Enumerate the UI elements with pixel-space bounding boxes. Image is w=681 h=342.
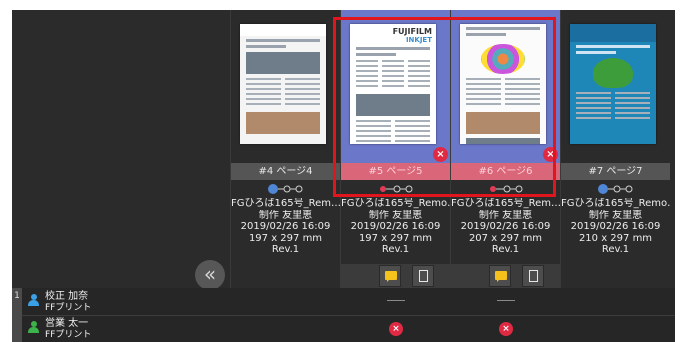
page-thumbnail[interactable]: FUJIFILM INKJET (350, 24, 436, 144)
file-name: FGひろば165号_Rem… (451, 198, 560, 209)
page-thumbnail[interactable] (570, 24, 656, 144)
datetime: 2019/02/26 16:09 (570, 221, 661, 232)
page-metadata: FGひろば165号_Remo… 制作 友里恵 2019/02/26 16:09 … (341, 198, 450, 256)
rejected-icon[interactable]: × (499, 322, 513, 336)
reviewer-name: 校正 加奈 (45, 291, 89, 302)
user-green-icon (28, 321, 39, 333)
revision: Rev.1 (601, 244, 630, 255)
page-thumbnail-area[interactable] (231, 10, 340, 163)
page-thumbnail[interactable] (460, 24, 546, 144)
row-number: 1 (12, 288, 22, 342)
file-name: FGひろば165号_Remo… (561, 198, 670, 209)
file-name: FGひろば165号_Remo… (341, 198, 450, 209)
reviewer-name: 営業 太一 (45, 318, 89, 329)
no-status-dash (497, 300, 515, 301)
page-label[interactable]: #7 ページ7 (561, 163, 670, 180)
app-window: #4 ページ4 FGひろば165号_Rem… 制作 友里恵 2019/02/26… (12, 10, 675, 342)
revision: Rev.1 (491, 244, 520, 255)
thumb-brand-sub: INKJET (405, 36, 432, 44)
author: 制作 友里恵 (368, 209, 423, 221)
no-status-dash (387, 300, 405, 301)
thumb-brand: FUJIFILM (392, 27, 432, 36)
comment-button[interactable] (489, 265, 511, 287)
author: 制作 友里恵 (478, 209, 533, 221)
collapse-panel-button[interactable]: « (195, 260, 225, 290)
revision: Rev.1 (271, 244, 300, 255)
page-thumbnail-area[interactable]: FUJIFILM INKJET × (341, 10, 450, 163)
page-size: 210 x 297 mm (578, 232, 653, 244)
author: 制作 友里恵 (258, 209, 313, 221)
datetime: 2019/02/26 16:09 (240, 221, 331, 232)
page-actions (341, 264, 450, 288)
reviewer-org: FFプリント (45, 303, 92, 313)
page-thumbnail-area[interactable] (561, 10, 670, 163)
comment-button[interactable] (379, 265, 401, 287)
reviewer-org: FFプリント (45, 330, 92, 340)
progress-steps-blue-icon (231, 182, 340, 196)
progress-steps-blue-icon (561, 182, 670, 196)
author: 制作 友里恵 (588, 209, 643, 221)
delete-icon[interactable]: × (543, 147, 558, 162)
page-actions (451, 264, 560, 288)
document-button[interactable] (412, 265, 434, 287)
page-metadata: FGひろば165号_Remo… 制作 友里恵 2019/02/26 16:09 … (561, 198, 670, 256)
delete-icon[interactable]: × (433, 147, 448, 162)
file-name: FGひろば165号_Rem… (231, 198, 340, 209)
comment-icon (495, 271, 507, 282)
progress-steps-red-icon (451, 182, 560, 196)
rejected-icon[interactable]: × (389, 322, 403, 336)
comment-icon (385, 271, 397, 282)
page-label[interactable]: #6 ページ6 (451, 163, 560, 180)
document-icon (419, 270, 428, 282)
document-button[interactable] (522, 265, 544, 287)
row-divider (22, 315, 675, 316)
user-blue-icon (28, 294, 39, 306)
page-label[interactable]: #5 ページ5 (341, 163, 450, 180)
datetime: 2019/02/26 16:09 (350, 221, 441, 232)
page-metadata: FGひろば165号_Rem… 制作 友里恵 2019/02/26 16:09 1… (231, 198, 340, 256)
page-metadata: FGひろば165号_Rem… 制作 友里恵 2019/02/26 16:09 2… (451, 198, 560, 256)
document-icon (529, 270, 538, 282)
page-size: 197 x 297 mm (248, 232, 323, 244)
page-size: 197 x 297 mm (358, 232, 433, 244)
page-thumbnail-area[interactable]: × (451, 10, 560, 163)
datetime: 2019/02/26 16:09 (460, 221, 551, 232)
revision: Rev.1 (381, 244, 410, 255)
progress-steps-red-icon (341, 182, 450, 196)
page-size: 207 x 297 mm (468, 232, 543, 244)
page-thumbnail[interactable] (240, 24, 326, 144)
page-label[interactable]: #4 ページ4 (231, 163, 340, 180)
